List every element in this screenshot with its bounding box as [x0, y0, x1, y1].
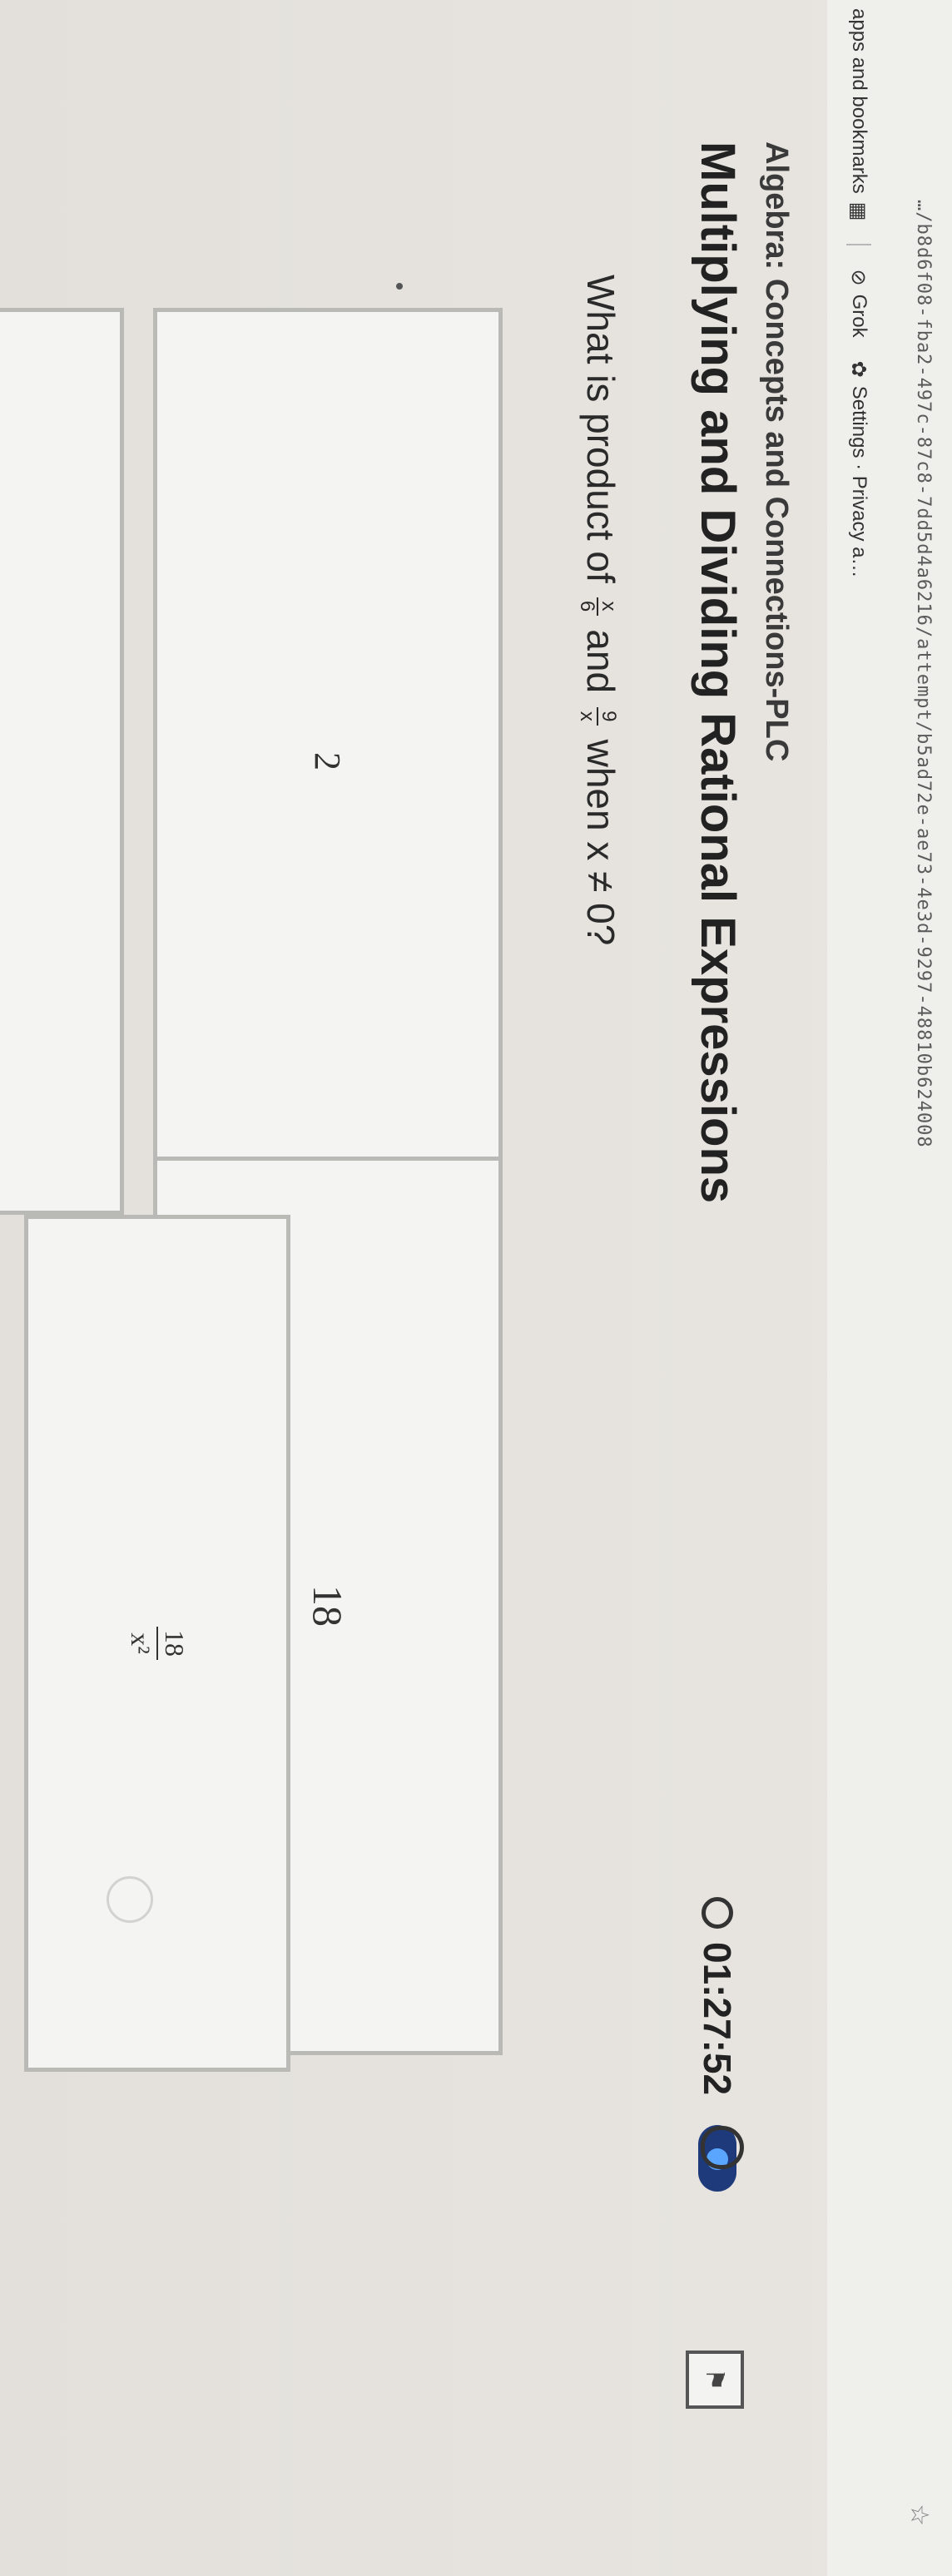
choice-text: 18: [305, 1585, 351, 1627]
choice-fraction: 18 x²: [126, 1627, 191, 1660]
bookmark-label: Settings · Privacy a…: [848, 385, 870, 578]
bookmark-settings[interactable]: ✿ Settings · Privacy a…: [847, 361, 871, 578]
bookmarks-bar: apps and bookmarks ▦ ⊘ Grok ✿ Settings ·…: [834, 0, 884, 2576]
flag-button[interactable]: ⚑: [686, 2351, 744, 2409]
choice-text: 2: [307, 752, 349, 770]
fraction-numerator: 18: [160, 1630, 191, 1657]
fraction-numerator: x: [597, 601, 621, 612]
gear-icon: ✿: [847, 360, 870, 378]
app-window: …/b8d6f08-fba2-497c-87c8-7dd5d4a6216/att…: [0, 0, 952, 2576]
grid-icon: ▦: [847, 201, 870, 221]
answer-choice-b[interactable]: 2 x²: [0, 308, 124, 1215]
address-bar[interactable]: …/b8d6f08-fba2-497c-87c8-7dd5d4a6216/att…: [892, 0, 934, 2496]
bookmark-star-icon[interactable]: ☆: [905, 2504, 934, 2526]
bookmark-label: Grok: [848, 294, 870, 338]
flag-icon: ⚑: [701, 2368, 729, 2391]
cursor-dot: [396, 283, 403, 290]
fraction-2: 9 x: [576, 706, 621, 726]
timer-value: 01:27:52: [696, 1942, 739, 2096]
fraction-1: x 6: [576, 597, 621, 616]
bookmark-label: apps and bookmarks: [848, 8, 870, 194]
fraction-denominator: 6: [576, 600, 599, 612]
divider: [846, 244, 871, 246]
answer-choice-d[interactable]: 18 x²: [24, 1215, 290, 2072]
fraction-denominator: x: [576, 711, 599, 721]
course-title: Algebra: Concepts and Connections-PLC: [759, 141, 794, 762]
bookmark-grok[interactable]: ⊘ Grok: [847, 269, 871, 337]
answer-choice-a[interactable]: 2: [153, 308, 503, 1215]
page-title: Multiplying and Dividing Rational Expres…: [691, 141, 745, 1204]
fraction-bar: [156, 1627, 158, 1660]
question-middle: and: [579, 629, 622, 694]
bookmark-apps[interactable]: apps and bookmarks ▦: [847, 8, 871, 220]
clock-icon: [702, 1897, 733, 1929]
grok-icon: ⊘: [847, 269, 870, 286]
question-text: What is product of x 6 and 9 x when x ≠ …: [576, 275, 623, 946]
lightbulb-icon[interactable]: [701, 2126, 744, 2169]
question-prefix: What is product of: [579, 275, 622, 583]
radio-indicator[interactable]: [107, 1876, 153, 1923]
fraction-denominator: x²: [126, 1632, 156, 1654]
question-suffix: when x ≠ 0?: [579, 739, 622, 946]
fraction-numerator: 9: [597, 711, 621, 722]
browser-chrome: …/b8d6f08-fba2-497c-87c8-7dd5d4a6216/att…: [827, 0, 952, 2576]
